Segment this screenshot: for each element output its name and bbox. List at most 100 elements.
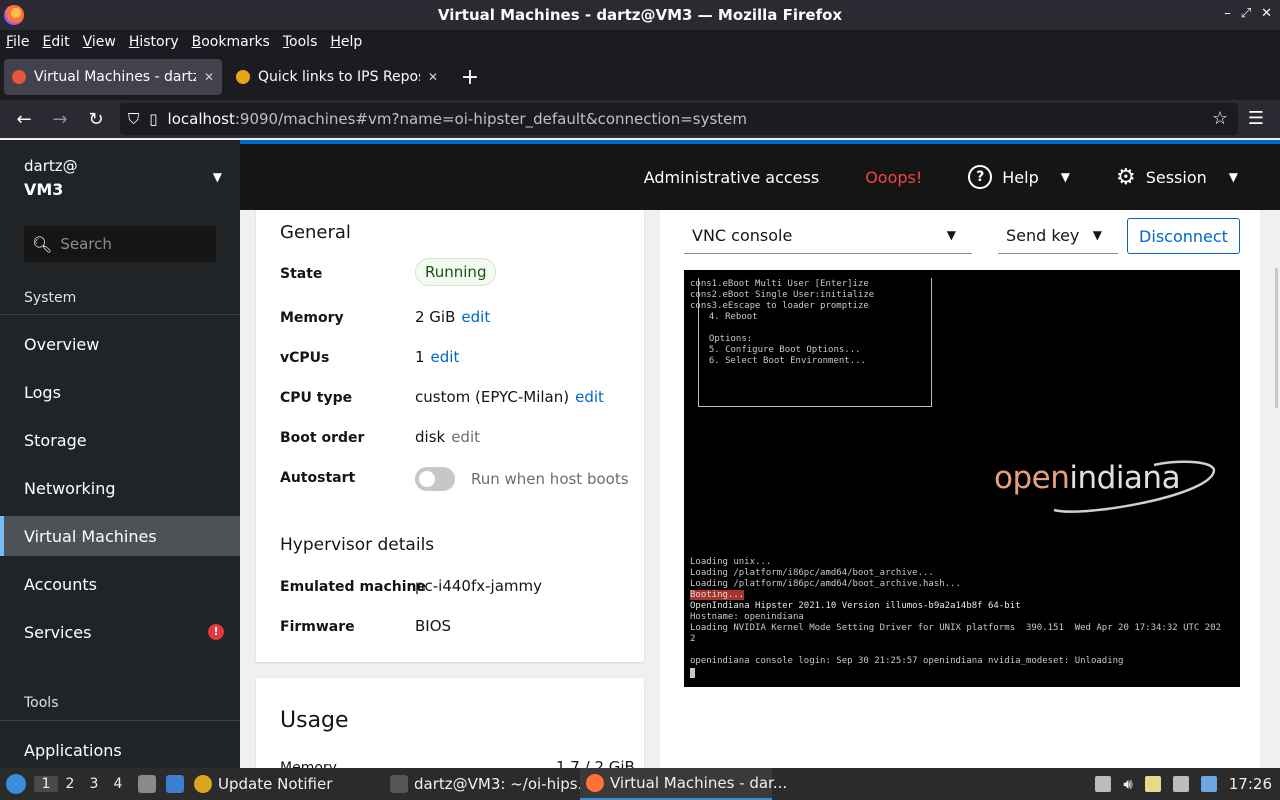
caret-down-icon[interactable]: ▼ [213, 170, 222, 184]
volume-icon[interactable]: 🔊︎ [1123, 775, 1132, 793]
hamburger-menu-icon[interactable]: ☰ [1248, 108, 1264, 129]
sidebar-item-overview[interactable]: Overview [0, 324, 240, 364]
edit-cputype-link[interactable]: edit [575, 388, 604, 406]
edit-memory-link[interactable]: edit [461, 308, 490, 326]
menu-help[interactable]: Help [330, 34, 362, 50]
shield-icon[interactable]: ⛉ [128, 110, 139, 128]
state-value: Running [415, 258, 497, 286]
memory-value: 2 GiB edit [415, 308, 490, 326]
search-input[interactable]: 🔍︎ Search [24, 226, 216, 262]
update-notifier-icon [194, 775, 212, 793]
sidebar-item-accounts[interactable]: Accounts [0, 564, 240, 604]
menu-bookmarks[interactable]: Bookmarks [192, 34, 270, 50]
sidebar-item-applications[interactable]: Applications [0, 730, 240, 770]
edit-bootorder-link[interactable]: edit [451, 428, 480, 446]
console-cursor [690, 668, 695, 678]
send-key-select[interactable]: Send key ▼ [998, 218, 1118, 254]
menubar: File Edit View History Bookmarks Tools H… [0, 30, 1280, 54]
cputype-value: custom (EPYC-Milan) edit [415, 388, 604, 406]
administrative-access-button[interactable]: Administrative access [644, 168, 819, 187]
autostart-toggle[interactable] [415, 467, 455, 491]
caret-down-icon: ▼ [1060, 170, 1070, 184]
usage-memory-value: 1.7 / 2 GiB [556, 758, 635, 768]
tab-close-icon[interactable]: ✕ [204, 70, 214, 84]
firefox-icon [586, 774, 604, 792]
tab-quick-links[interactable]: Quick links to IPS Reposit ✕ [228, 59, 446, 95]
search-placeholder: Search [60, 235, 112, 253]
host-switcher[interactable]: dartz@ VM3 [24, 154, 78, 202]
sidebar-item-label: Services [24, 622, 92, 642]
session-menu-button[interactable]: ⚙ Session ▼ [1116, 165, 1238, 190]
url-bar[interactable]: ⛉ ▯ localhost:9090/machines#vm?name=oi-h… [120, 103, 1238, 135]
divider [0, 720, 240, 721]
brand-open: open [994, 460, 1070, 496]
console-type-select[interactable]: VNC console ▼ [684, 218, 972, 254]
menu-tools[interactable]: Tools [283, 34, 318, 50]
section-system-label: System [24, 290, 77, 306]
help-label: Help [1002, 167, 1039, 187]
disconnect-button[interactable]: Disconnect [1127, 218, 1240, 254]
tab-virtual-machines[interactable]: Virtual Machines - dartz@ ✕ [4, 59, 222, 95]
sidebar-item-services[interactable]: Services ! [0, 612, 240, 652]
desktop-icon[interactable] [166, 775, 184, 793]
clipboard-icon[interactable] [1144, 776, 1161, 792]
brand-indiana: indiana [1069, 460, 1181, 496]
oops-button[interactable]: Ooops! [865, 168, 922, 187]
taskbar-app-update-notifier[interactable]: Update Notifier [188, 768, 384, 800]
notification-icon[interactable] [1200, 776, 1217, 792]
autostart-value: Run when host boots [415, 467, 629, 491]
vnc-console-screen[interactable]: cons1.eBoot Multi User [Enter]ize cons2.… [684, 270, 1240, 687]
console-line: cons2.eBoot Single User:initialize [690, 290, 875, 300]
host-user: dartz@ [24, 157, 78, 175]
menu-view[interactable]: View [83, 34, 116, 50]
back-icon[interactable]: ← [6, 109, 42, 130]
minimize-button[interactable]: – [1224, 6, 1231, 21]
file-manager-icon[interactable] [138, 775, 156, 793]
menu-edit[interactable]: Edit [42, 34, 69, 50]
forward-icon[interactable]: → [42, 109, 78, 130]
edit-vcpus-link[interactable]: edit [431, 348, 460, 366]
tray-eject-icon[interactable] [1095, 776, 1112, 792]
openindiana-logo: openindiana [994, 460, 1181, 496]
menu-file[interactable]: File [6, 34, 29, 50]
reload-icon[interactable]: ↻ [78, 109, 114, 130]
help-menu-button[interactable]: ? Help ▼ [968, 165, 1070, 189]
taskbar-app-label: Update Notifier [218, 775, 333, 793]
scrollbar[interactable] [1275, 268, 1278, 408]
workspace-3[interactable]: 3 [82, 776, 106, 792]
sidebar-item-storage[interactable]: Storage [0, 420, 240, 460]
maximize-button[interactable]: ⤢ [1241, 6, 1251, 21]
start-menu-icon[interactable] [6, 774, 26, 794]
sidebar-item-virtual-machines[interactable]: Virtual Machines [0, 516, 240, 556]
url-path: :9090/machines#vm?name=oi-hipster_defaul… [234, 110, 748, 128]
taskbar-app-firefox[interactable]: Virtual Machines - dar... [580, 768, 787, 800]
cockpit-masthead: Administrative access Ooops! ? Help ▼ ⚙ … [240, 140, 1280, 210]
window-titlebar: Virtual Machines - dartz@VM3 — Mozilla F… [0, 0, 1280, 30]
firmware-value: BIOS [415, 617, 452, 635]
sidebar-item-networking[interactable]: Networking [0, 468, 240, 508]
tab-label: Quick links to IPS Reposit [258, 69, 420, 85]
caret-down-icon: ▼ [946, 228, 956, 242]
console-line: Loading /platform/i86pc/amd64/boot_archi… [690, 568, 934, 578]
host-name: VM3 [24, 180, 64, 199]
cputype-label: CPU type [280, 390, 353, 406]
bookmark-star-icon[interactable]: ☆ [1212, 108, 1228, 129]
tab-close-icon[interactable]: ✕ [428, 70, 438, 84]
close-window-button[interactable]: ✕ [1261, 6, 1272, 21]
nav-bar: ← → ↻ ⛉ ▯ localhost:9090/machines#vm?nam… [0, 100, 1280, 138]
caret-down-icon: ▼ [1092, 228, 1102, 242]
taskbar-app-terminal[interactable]: dartz@VM3: ~/oi-hips... [384, 768, 592, 800]
new-tab-icon[interactable]: + [456, 65, 484, 90]
menu-history[interactable]: History [129, 34, 179, 50]
network-icon[interactable] [1172, 776, 1189, 792]
window-title: Virtual Machines - dartz@VM3 — Mozilla F… [437, 6, 843, 24]
workspace-2[interactable]: 2 [58, 776, 82, 792]
console-card: VNC console ▼ Send key ▼ Disconnect cons… [660, 210, 1260, 768]
sidebar-item-logs[interactable]: Logs [0, 372, 240, 412]
console-line: cons1.eBoot Multi User [Enter]ize [690, 279, 869, 289]
workspace-4[interactable]: 4 [106, 776, 130, 792]
workspace-1[interactable]: 1 [34, 776, 58, 792]
vcpus-value: 1 edit [415, 348, 459, 366]
vcpus-label: vCPUs [280, 350, 330, 366]
page-info-icon[interactable]: ▯ [149, 110, 157, 128]
